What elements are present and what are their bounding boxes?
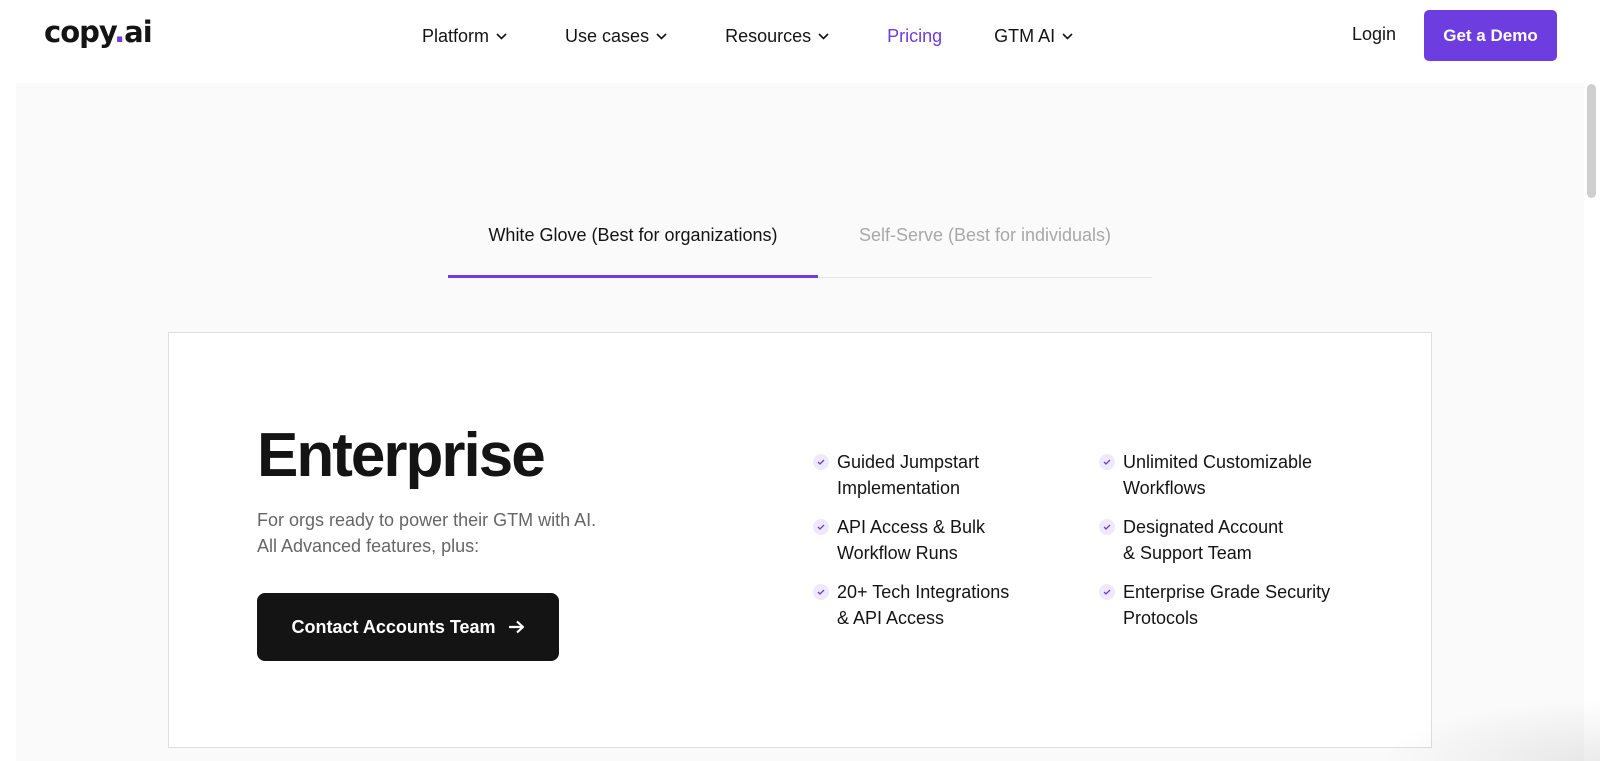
feature-line: Guided Jumpstart	[837, 452, 980, 472]
tab-self-serve[interactable]: Self-Serve (Best for individuals)	[818, 200, 1152, 278]
feature-item: Unlimited Customizable Workflows	[1099, 449, 1349, 501]
site-header: copy.ai Platform Use cases Resources Pri…	[0, 0, 1600, 83]
feature-item: 20+ Tech Integrations & API Access	[813, 579, 1063, 631]
page-scrollbar[interactable]	[1587, 84, 1596, 198]
feature-item: API Access & Bulk Workflow Runs	[813, 514, 1063, 566]
check-icon	[813, 454, 829, 470]
contact-button-label: Contact Accounts Team	[291, 616, 496, 637]
chevron-down-icon	[656, 32, 667, 40]
feature-item: Enterprise Grade Security Protocols	[1099, 579, 1349, 631]
plan-description-line: All Advanced features, plus:	[257, 536, 480, 556]
nav-resources[interactable]: Resources	[725, 26, 829, 47]
copy-ai-logo[interactable]: copy.ai	[44, 15, 153, 49]
feature-line: 20+ Tech Integrations	[837, 582, 1010, 602]
feature-item: Guided Jumpstart Implementation	[813, 449, 1063, 501]
check-icon	[1099, 454, 1115, 470]
check-icon	[813, 584, 829, 600]
feature-line: & Support Team	[1123, 543, 1252, 563]
feature-line: Enterprise Grade Security	[1123, 582, 1331, 602]
feature-line: Designated Account	[1123, 517, 1284, 537]
nav-gtm-ai[interactable]: GTM AI	[994, 26, 1073, 47]
corner-shadow	[1380, 700, 1600, 761]
logo-main: copy	[44, 15, 115, 49]
feature-line: Unlimited Customizable	[1123, 452, 1313, 472]
nav-use-cases-label: Use cases	[565, 25, 650, 46]
nav-resources-label: Resources	[725, 25, 812, 46]
feature-line: Workflow Runs	[837, 543, 958, 563]
feature-line: Workflows	[1123, 478, 1206, 498]
logo-dot: .	[114, 15, 125, 49]
feature-line: & API Access	[837, 608, 945, 628]
tab-white-glove[interactable]: White Glove (Best for organizations)	[448, 200, 818, 278]
plan-tabs: White Glove (Best for organizations) Sel…	[448, 200, 1152, 278]
enterprise-plan-card: Enterprise For orgs ready to power their…	[168, 332, 1432, 748]
chevron-down-icon	[496, 32, 507, 40]
plan-description-line: For orgs ready to power their GTM with A…	[257, 510, 597, 530]
nav-platform-label: Platform	[422, 25, 490, 46]
check-icon	[813, 519, 829, 535]
plan-title: Enterprise	[257, 421, 546, 490]
chevron-down-icon	[1062, 32, 1073, 40]
nav-platform[interactable]: Platform	[422, 26, 507, 47]
plan-description: For orgs ready to power their GTM with A…	[257, 507, 677, 559]
feature-line: Implementation	[837, 478, 961, 498]
nav-use-cases[interactable]: Use cases	[565, 26, 667, 47]
active-tab-indicator	[448, 275, 818, 278]
feature-item: Designated Account & Support Team	[1099, 514, 1349, 566]
feature-line: API Access & Bulk	[837, 517, 986, 537]
login-link[interactable]: Login	[1352, 24, 1396, 45]
get-a-demo-button[interactable]: Get a Demo	[1424, 10, 1557, 61]
check-icon	[1099, 519, 1115, 535]
nav-pricing-label: Pricing	[887, 25, 943, 46]
check-icon	[1099, 584, 1115, 600]
nav-pricing[interactable]: Pricing	[887, 26, 942, 47]
nav-gtm-ai-label: GTM AI	[994, 25, 1056, 46]
main-nav: Platform Use cases Resources Pricing GTM…	[422, 24, 1073, 48]
chevron-down-icon	[818, 32, 829, 40]
contact-accounts-team-button[interactable]: Contact Accounts Team	[257, 593, 559, 661]
arrow-right-icon	[508, 620, 525, 634]
logo-suffix: ai	[124, 15, 152, 49]
feature-line: Protocols	[1123, 608, 1199, 628]
